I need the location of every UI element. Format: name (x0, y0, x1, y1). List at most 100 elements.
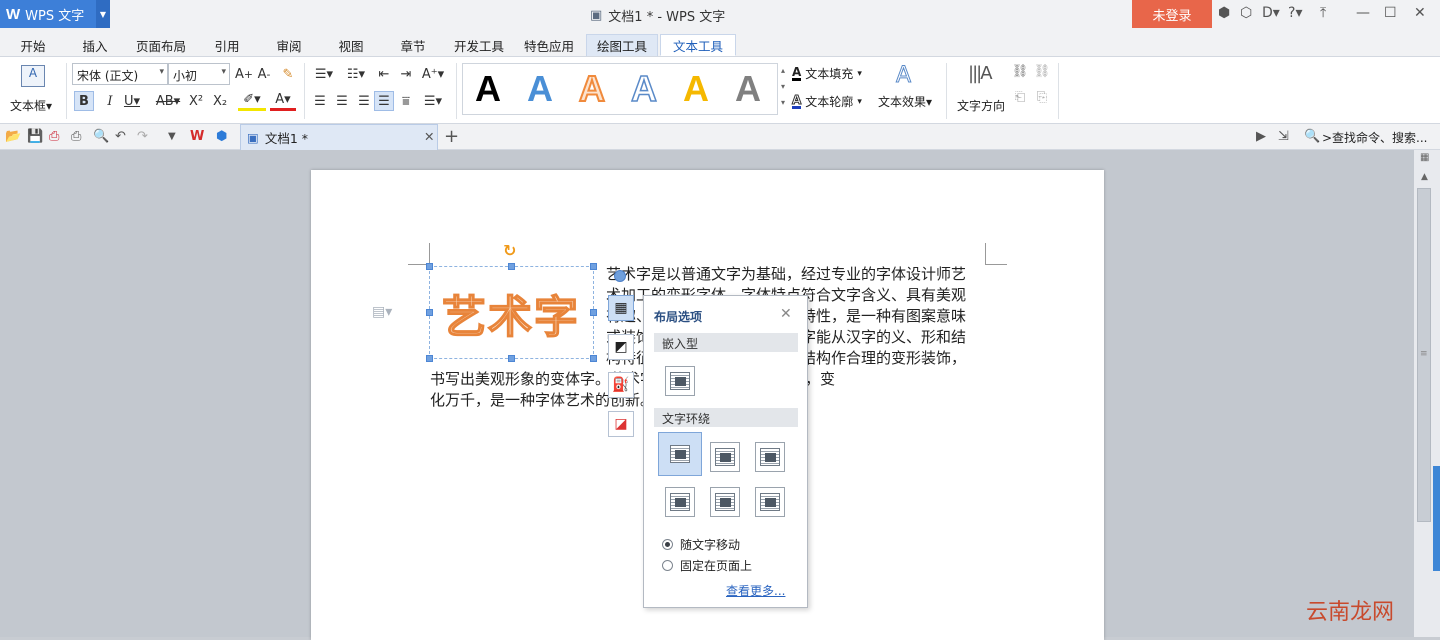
tab-review[interactable]: 审阅 (264, 34, 314, 56)
align-center-icon[interactable]: ☰ (332, 91, 352, 111)
app-menu-button[interactable]: W WPS 文字 ▼ (0, 0, 110, 28)
resize-handle[interactable] (508, 263, 515, 270)
link-textbox-icon[interactable]: ⛓ (1010, 61, 1030, 81)
text-effect-button[interactable]: A 文本效果▾ (878, 61, 940, 119)
resize-handle[interactable] (590, 263, 597, 270)
minimize-icon[interactable]: — (1356, 5, 1370, 21)
text-fill-button[interactable]: A 文本填充 ▾ (792, 65, 862, 82)
layout-options-button[interactable]: ▦ (608, 295, 634, 321)
move-with-text-radio[interactable] (662, 539, 673, 550)
text-effect-a-icon[interactable]: A⁺▾ (420, 64, 446, 84)
customize-dropdown-icon[interactable]: ▼ (168, 131, 176, 142)
tab-references[interactable]: 引用 (202, 34, 252, 56)
gallery-more-button[interactable]: ▴ ▾ ▾ (778, 63, 788, 115)
tab-section[interactable]: 章节 (388, 34, 438, 56)
save-icon[interactable]: 💾 (27, 129, 43, 144)
wordart-textbox[interactable]: 艺术字 ↻ (426, 241, 597, 362)
wordart-style-white-outline[interactable]: A (624, 67, 664, 110)
wordart-text[interactable]: 艺术字 (441, 281, 580, 345)
layout-square-option[interactable] (658, 432, 702, 476)
font-name-select[interactable]: 宋体 (正文) (72, 63, 168, 85)
grow-font-icon[interactable]: A + (234, 64, 254, 84)
scrollbar-thumb[interactable]: ≡ (1417, 188, 1431, 522)
outline-color-button[interactable]: ◪ (608, 411, 634, 437)
scroll-options-icon[interactable]: ▦ (1420, 152, 1429, 163)
slideshow-icon[interactable]: ▶ (1256, 129, 1266, 144)
line-spacing-icon[interactable]: ☰▾ (420, 91, 446, 111)
cloud-cube-icon[interactable]: ⬢ (216, 129, 227, 144)
cube-icon[interactable]: ⬡ (1240, 5, 1252, 21)
shrink-font-icon[interactable]: A- (254, 64, 274, 84)
resize-handle[interactable] (590, 309, 597, 316)
redo-icon[interactable]: ↷ (137, 129, 148, 144)
tab-start[interactable]: 开始 (8, 34, 58, 56)
chevron-down-icon[interactable]: ▼ (96, 0, 110, 28)
layout-in-front-option[interactable] (755, 487, 785, 517)
tab-drawing-tools[interactable]: 绘图工具 (586, 34, 658, 56)
layout-top-bottom-option[interactable] (665, 487, 695, 517)
tab-insert[interactable]: 插入 (70, 34, 120, 56)
export-pdf-icon[interactable]: ⎙ (49, 129, 59, 144)
collapse-float-icon[interactable] (614, 270, 626, 282)
print-icon[interactable]: ⎙ (71, 129, 81, 144)
resize-handle[interactable] (590, 355, 597, 362)
tab-developer[interactable]: 开发工具 (446, 34, 512, 56)
resize-handle[interactable] (426, 309, 433, 316)
tab-special[interactable]: 特色应用 (518, 34, 580, 56)
command-search-input[interactable]: >查找命令、搜索... (1322, 129, 1428, 146)
shape-outline-button[interactable]: ◩ (608, 334, 634, 360)
rotate-handle-icon[interactable]: ↻ (503, 241, 516, 260)
layout-behind-text-option[interactable] (710, 487, 740, 517)
numbered-list-icon[interactable]: ☷▾ (342, 64, 370, 84)
decrease-indent-icon[interactable]: ⇤ (374, 64, 394, 84)
wps-home-icon[interactable]: W (190, 129, 204, 144)
align-left-icon[interactable]: ☰ (310, 91, 330, 111)
print-preview-icon[interactable]: 🔍 (93, 129, 109, 144)
close-icon[interactable]: ✕ (780, 306, 792, 322)
wordart-style-gold[interactable]: A (676, 68, 716, 110)
see-more-link[interactable]: 查看更多... (726, 582, 785, 599)
d-menu-icon[interactable]: D▾ (1262, 5, 1280, 21)
text-direction-button[interactable]: |||A 文字方向 (954, 61, 1008, 119)
open-folder-icon[interactable]: 📂 (5, 129, 21, 144)
close-tab-icon[interactable]: ✕ (424, 129, 434, 144)
fix-on-page-radio[interactable] (662, 560, 673, 571)
maximize-icon[interactable]: ☐ (1384, 5, 1397, 21)
document-tab[interactable]: ▣ 文档1 * ✕ (240, 124, 438, 150)
undo-icon[interactable]: ↶ (115, 129, 126, 144)
scroll-up-icon[interactable]: ▲ (1421, 172, 1428, 182)
paragraph-handle-icon[interactable]: ▤▾ (372, 304, 392, 320)
wordart-style-blue[interactable]: A (520, 68, 560, 110)
close-icon[interactable]: ✕ (1414, 5, 1426, 21)
text-outline-button[interactable]: A 文本轮廓 ▾ (791, 93, 862, 110)
resize-handle[interactable] (426, 263, 433, 270)
distribute-icon[interactable]: ⩸ (396, 91, 416, 111)
login-button[interactable]: 未登录 (1132, 0, 1212, 28)
clear-format-icon[interactable]: ✎ (278, 64, 298, 84)
font-color-icon[interactable]: A▾ (270, 91, 296, 111)
resize-handle[interactable] (426, 355, 433, 362)
help-icon[interactable]: ?▾ (1288, 5, 1302, 21)
wordart-style-orange-outline[interactable]: A (572, 67, 612, 110)
highlight-icon[interactable]: ✐▾ (238, 91, 266, 111)
tab-page-layout[interactable]: 页面布局 (130, 34, 192, 56)
tab-text-tools[interactable]: 文本工具 (660, 34, 736, 56)
align-right-icon[interactable]: ☰ (354, 91, 374, 111)
layout-inline-option[interactable] (665, 366, 695, 396)
underline-button[interactable]: U▾ (122, 91, 142, 111)
tab-view[interactable]: 视图 (326, 34, 376, 56)
layout-through-option[interactable] (755, 442, 785, 472)
italic-button[interactable]: I (100, 91, 120, 111)
wordart-style-gray[interactable]: A (728, 68, 768, 110)
font-size-select[interactable]: 小初 (168, 63, 230, 85)
justify-icon[interactable]: ☰ (374, 91, 394, 111)
strikethrough-button[interactable]: AB▾ (154, 91, 182, 111)
share-icon[interactable]: ⇲ (1278, 129, 1289, 144)
bullet-list-icon[interactable]: ☰▾ (310, 64, 338, 84)
restore-ribbon-icon[interactable]: ⤒ (1320, 5, 1326, 21)
layout-tight-option[interactable] (710, 442, 740, 472)
wordart-style-black[interactable]: A (468, 68, 508, 110)
bold-button[interactable]: B (74, 91, 94, 111)
increase-indent-icon[interactable]: ⇥ (396, 64, 416, 84)
subscript-button[interactable]: X₂ (210, 91, 230, 111)
